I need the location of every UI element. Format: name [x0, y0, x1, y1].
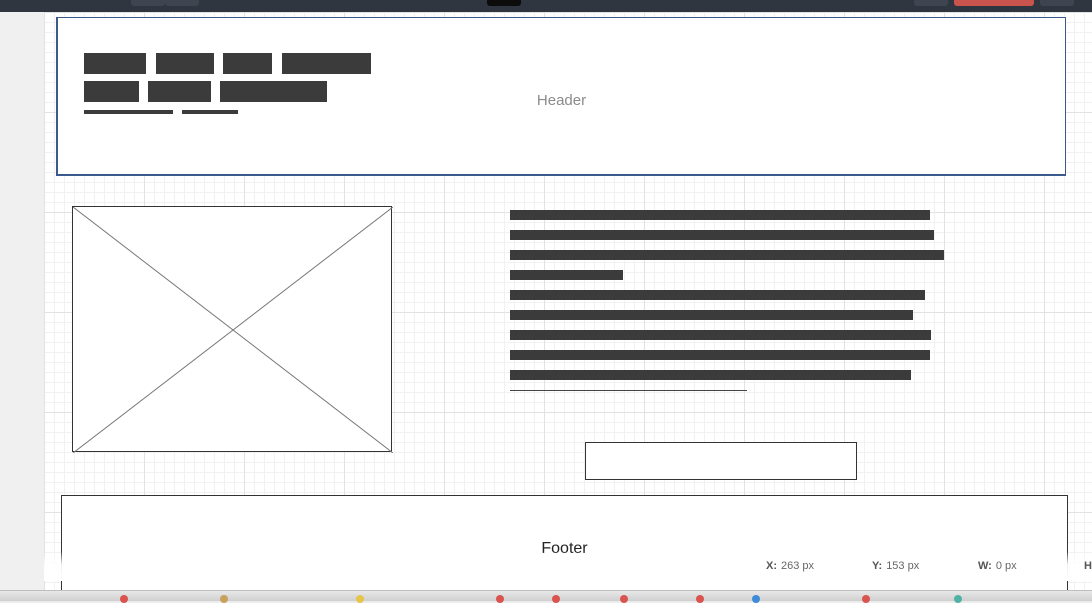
text-underline[interactable]	[510, 390, 747, 391]
dock-app-icon[interactable]	[120, 595, 128, 603]
text-line[interactable]	[510, 290, 925, 300]
header-menu-line[interactable]	[84, 110, 173, 114]
header-menu-block[interactable]	[223, 53, 272, 74]
dock-app-icon[interactable]	[552, 595, 560, 603]
text-line[interactable]	[510, 310, 913, 320]
dock-app-icon[interactable]	[220, 595, 228, 603]
text-line[interactable]	[510, 270, 623, 280]
button-placeholder[interactable]	[585, 442, 857, 480]
y-value: 153 px	[886, 560, 920, 572]
toolbar-button[interactable]	[131, 0, 165, 6]
w-key: W:	[978, 560, 992, 572]
header-menu-block[interactable]	[84, 53, 146, 74]
header-menu-block[interactable]	[84, 81, 139, 102]
w-value: 0 px	[995, 560, 1017, 572]
geometry-status-bar: X: 263 px Y: 153 px W: 0 px H	[44, 551, 1092, 581]
text-line[interactable]	[510, 330, 931, 340]
dock-app-icon[interactable]	[954, 595, 962, 603]
image-cross-icon	[73, 207, 393, 453]
toolbar-button[interactable]	[914, 0, 948, 6]
y-readout: Y: 153 px	[872, 560, 919, 572]
image-placeholder[interactable]	[72, 206, 393, 453]
h-readout: H	[1084, 560, 1092, 572]
x-readout: X: 263 px	[766, 560, 814, 572]
toolbar-button[interactable]	[1040, 0, 1074, 6]
y-key: Y:	[872, 560, 883, 572]
app-dock	[0, 590, 1092, 603]
dock-app-icon[interactable]	[752, 595, 760, 603]
x-value: 263 px	[781, 560, 815, 572]
h-key: H	[1084, 560, 1092, 572]
text-line[interactable]	[510, 350, 930, 360]
x-key: X:	[766, 560, 777, 572]
wireframe-canvas[interactable]: Header Footer	[44, 12, 1092, 590]
text-line[interactable]	[510, 370, 911, 380]
header-menu-block[interactable]	[148, 81, 211, 102]
dock-app-icon[interactable]	[862, 595, 870, 603]
header-menu-block[interactable]	[220, 81, 327, 102]
dock-app-icon[interactable]	[696, 595, 704, 603]
header-menu-block[interactable]	[156, 53, 214, 74]
header-menu-block[interactable]	[282, 53, 371, 74]
toolbar-button[interactable]	[165, 0, 199, 6]
dock-app-icon[interactable]	[356, 595, 364, 603]
text-line[interactable]	[510, 230, 934, 240]
header-menu-line[interactable]	[182, 110, 238, 114]
w-readout: W: 0 px	[978, 560, 1017, 572]
text-line[interactable]	[510, 210, 930, 220]
toolbar-action-button[interactable]	[954, 0, 1034, 6]
dock-app-icon[interactable]	[620, 595, 628, 603]
toolbar-button[interactable]	[487, 0, 521, 6]
dock-app-icon[interactable]	[496, 595, 504, 603]
left-gutter	[0, 12, 45, 590]
text-line[interactable]	[510, 250, 944, 260]
